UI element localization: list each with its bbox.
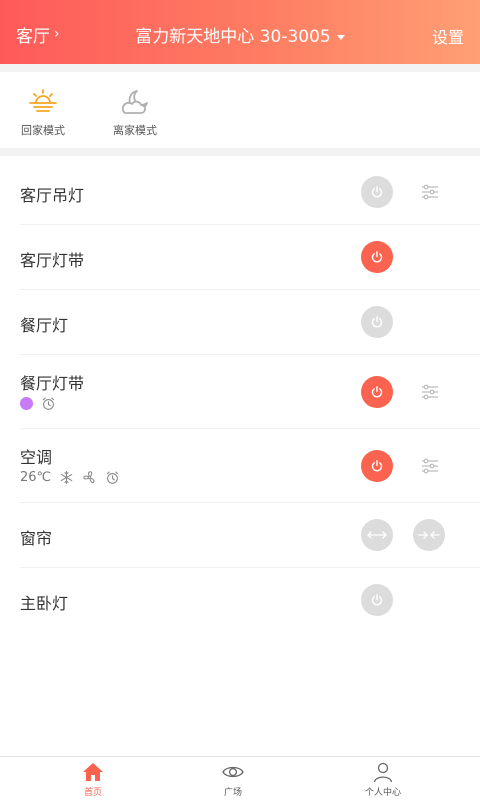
divider bbox=[0, 148, 480, 156]
home-icon bbox=[83, 763, 103, 781]
power-icon bbox=[371, 460, 383, 472]
tab-home-label: 首页 bbox=[83, 788, 102, 798]
power-icon bbox=[371, 251, 383, 263]
mode-away[interactable]: 离家模式 bbox=[95, 86, 175, 138]
person-icon bbox=[373, 762, 393, 783]
device-name: 空调 bbox=[20, 448, 53, 467]
power-icon bbox=[371, 186, 383, 198]
device-row: 窗帘 bbox=[20, 503, 480, 568]
device-name: 客厅吊灯 bbox=[20, 186, 85, 205]
eye-icon bbox=[222, 766, 244, 778]
power-button[interactable] bbox=[361, 450, 393, 482]
power-button[interactable] bbox=[361, 176, 393, 208]
power-button[interactable] bbox=[361, 584, 393, 616]
sliders-icon[interactable] bbox=[420, 182, 440, 202]
settings-button[interactable]: 设置 bbox=[432, 24, 464, 48]
color-indicator[interactable] bbox=[20, 397, 33, 410]
moon-cloud-icon bbox=[121, 90, 148, 114]
divider bbox=[0, 64, 480, 72]
app-page: 客厅 › 富力新天地中心 30-3005 设置 回家模式 离家模式 客厅吊灯 客… bbox=[0, 0, 480, 800]
curtain-close-button[interactable] bbox=[413, 519, 445, 551]
tab-profile-label: 个人中心 bbox=[364, 788, 401, 798]
device-status bbox=[20, 396, 56, 411]
tab-square[interactable]: 广场 bbox=[183, 761, 283, 798]
power-button[interactable] bbox=[361, 376, 393, 408]
alarm-clock-icon[interactable] bbox=[41, 396, 56, 411]
device-row: 空调 26℃ bbox=[20, 429, 480, 503]
tab-profile[interactable]: 个人中心 bbox=[333, 761, 433, 798]
device-row: 餐厅灯带 bbox=[20, 355, 480, 429]
power-icon bbox=[371, 386, 383, 398]
curtain-open-button[interactable] bbox=[361, 519, 393, 551]
power-icon bbox=[371, 594, 383, 606]
mode-away-label: 离家模式 bbox=[113, 124, 157, 137]
device-name: 窗帘 bbox=[20, 529, 53, 548]
tab-home[interactable]: 首页 bbox=[43, 761, 143, 798]
power-icon bbox=[371, 316, 383, 328]
sliders-icon[interactable] bbox=[420, 382, 440, 402]
alarm-clock-icon[interactable] bbox=[105, 470, 120, 485]
sliders-icon[interactable] bbox=[420, 456, 440, 476]
home-title: 富力新天地中心 30-3005 bbox=[135, 27, 331, 47]
tab-square-label: 广场 bbox=[223, 788, 242, 798]
fan-icon[interactable] bbox=[82, 470, 97, 485]
device-name: 客厅灯带 bbox=[20, 251, 85, 270]
curtain-close-icon bbox=[418, 531, 440, 539]
device-row: 餐厅灯 bbox=[20, 290, 480, 355]
mode-home[interactable]: 回家模式 bbox=[3, 86, 83, 138]
snowflake-icon[interactable] bbox=[59, 470, 74, 485]
device-name: 餐厅灯带 bbox=[20, 374, 85, 393]
device-list: 客厅吊灯 客厅灯带 餐厅灯 餐厅灯带 空调 26℃ 窗帘 主卧灯 bbox=[0, 160, 480, 633]
header-bar: 客厅 › 富力新天地中心 30-3005 设置 bbox=[0, 0, 480, 64]
device-status: 26℃ bbox=[20, 470, 120, 485]
device-row: 客厅灯带 bbox=[20, 225, 480, 290]
mode-home-label: 回家模式 bbox=[21, 124, 65, 137]
device-row: 客厅吊灯 bbox=[20, 160, 480, 225]
device-row: 主卧灯 bbox=[20, 568, 480, 633]
temperature-value: 26℃ bbox=[20, 470, 52, 485]
device-name: 主卧灯 bbox=[20, 594, 69, 613]
home-title-selector[interactable]: 富力新天地中心 30-3005 bbox=[0, 22, 480, 47]
caret-down-icon bbox=[336, 34, 345, 40]
curtain-open-icon bbox=[367, 531, 387, 539]
power-button[interactable] bbox=[361, 306, 393, 338]
power-button[interactable] bbox=[361, 241, 393, 273]
bottom-tab-bar: 首页 广场 个人中心 bbox=[0, 756, 480, 800]
device-name: 餐厅灯 bbox=[20, 316, 69, 335]
sunrise-icon bbox=[29, 89, 57, 112]
scene-modes: 回家模式 离家模式 bbox=[0, 72, 480, 148]
